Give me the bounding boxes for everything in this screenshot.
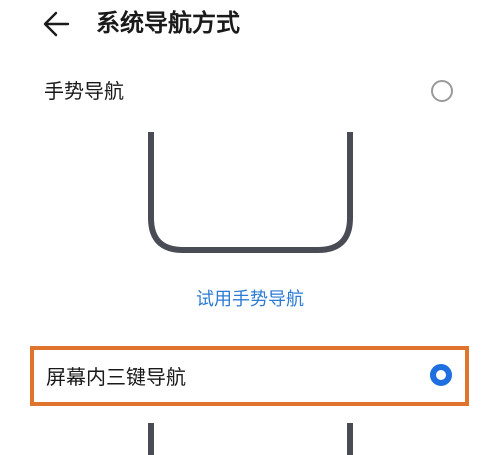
three-key-phone-preview <box>148 423 353 455</box>
